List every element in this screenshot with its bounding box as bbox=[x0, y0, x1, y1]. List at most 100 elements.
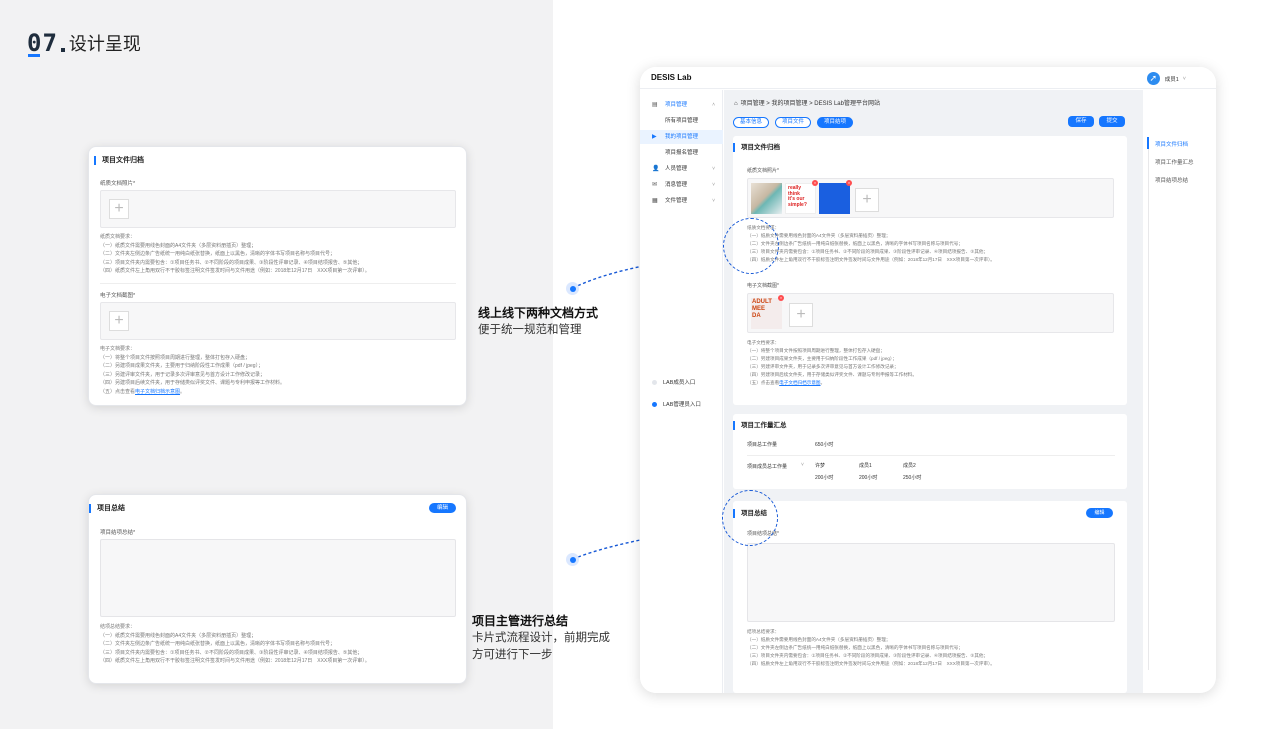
entry-label: LAB成员入口 bbox=[663, 380, 696, 386]
archive-panel: 项目文件归档 纸质文档照片* really think it's our sim… bbox=[733, 136, 1127, 405]
mail-icon: ✉ bbox=[652, 182, 658, 188]
chevron-up-icon: ˄ bbox=[712, 102, 715, 108]
chevron-down-icon[interactable]: ˅ bbox=[1183, 76, 1186, 82]
req-line: （四）另建项目后续文件夹，用于存储类似评奖文件、课题与专利申报等工作材料。 bbox=[747, 372, 917, 377]
req-title: 纸质文档要求： bbox=[747, 225, 780, 230]
home-icon[interactable]: ⌂ bbox=[734, 101, 738, 107]
req-line: （三）项目文件夹内需要包含：①项目任务书、②不同阶段的项目成果、③阶段性评审记录… bbox=[747, 249, 989, 254]
breadcrumb: ⌂ 项目管理 > 我的项目管理 > DESIS Lab管理平台网站 bbox=[734, 98, 880, 107]
close-icon[interactable]: × bbox=[778, 295, 784, 301]
nav-label: 项目报名管理 bbox=[665, 150, 699, 156]
archive-diagram-link[interactable]: 电子文档归档示意图 bbox=[779, 380, 820, 385]
nav-label: 我的项目管理 bbox=[665, 134, 699, 140]
photo-thumbnail[interactable] bbox=[751, 183, 782, 214]
req-line: （三）另建评审文件夹，用于记录多次评审意见与首方设计工作修改记录； bbox=[747, 364, 899, 369]
breadcrumb-text[interactable]: 项目管理 > 我的项目管理 > DESIS Lab管理平台网站 bbox=[741, 101, 880, 107]
logo: DESIS Lab bbox=[651, 73, 692, 82]
add-icon[interactable]: + bbox=[789, 303, 813, 327]
tab-project-closure[interactable]: 项目结项 bbox=[817, 117, 853, 128]
close-icon[interactable]: × bbox=[846, 180, 852, 186]
radio-icon bbox=[652, 380, 657, 386]
req-text: 。 bbox=[820, 380, 826, 385]
panel-title: 项目文件归档 bbox=[733, 143, 780, 152]
req-line: （四）纸质文件左上角用双行不干胶标签注明文件签发时间与文件用途（例如：2018年… bbox=[747, 257, 995, 262]
nav-label: 文件管理 bbox=[665, 198, 688, 204]
save-button[interactable]: 保存 bbox=[1068, 116, 1094, 127]
chevron-down-icon: ˅ bbox=[712, 182, 715, 188]
nav-label: 消息管理 bbox=[665, 182, 688, 188]
anchor-summary[interactable]: 项目结项总结 bbox=[1155, 176, 1188, 184]
req-line: （一）将整个项目文件按照项目周期进行整理，整体打包存入硬盘； bbox=[747, 348, 885, 353]
req-line: （三）项目文件夹内需要包含：①项目任务书、②不同阶段的项目成果、③阶段性评审记录… bbox=[747, 653, 989, 658]
req-line: （四）纸质文件左上角用双行不干胶标签注明文件签发时间与文件用途（例如：2018年… bbox=[747, 661, 995, 666]
radio-icon bbox=[652, 402, 657, 408]
paper-upload-area[interactable]: really think it's our simple? × × + bbox=[747, 178, 1114, 218]
chevron-down-icon: ˅ bbox=[712, 198, 715, 204]
lab-admin-entry[interactable]: LAB管理员入口 bbox=[652, 400, 701, 408]
workload-panel: 项目工作量汇总 项目总工作量 650小时 项目成员总工作量 ˅ 许梦 200小时… bbox=[733, 414, 1127, 489]
close-icon[interactable]: × bbox=[812, 180, 818, 186]
anchor-nav: 项目文件归档 项目工作量汇总 项目结项总结 bbox=[1143, 90, 1216, 693]
summary-requirements: 结项总结要求： （一）纸质文件需要用线色封面的A4文件夹（多层资料册插页）整理；… bbox=[747, 628, 995, 668]
divider bbox=[747, 455, 1115, 456]
screenshot-thumbnail[interactable]: ADULT MEE DA bbox=[751, 298, 782, 329]
total-workload-label: 项目总工作量 bbox=[747, 442, 778, 448]
nav-label: 人员管理 bbox=[665, 166, 688, 172]
req-text: （五）点击查看 bbox=[747, 380, 780, 385]
nav-label: 所有项目管理 bbox=[665, 118, 699, 124]
user-menu[interactable]: ➚ 成员1 ˅ bbox=[1146, 72, 1186, 85]
photo-thumbnail[interactable] bbox=[819, 183, 850, 214]
photo-thumbnail[interactable]: really think it's our simple? bbox=[785, 183, 816, 214]
req-line: （一）纸质文件需要用线色封面的A4文件夹（多层资料册插页）整理； bbox=[747, 233, 891, 238]
member-workload-label: 项目成员总工作量 bbox=[747, 464, 788, 470]
person-icon: 👤 bbox=[652, 166, 660, 172]
nav-my-projects[interactable]: ▶ 我的项目管理 bbox=[640, 130, 723, 144]
nav-project-signup[interactable]: 项目报名管理 bbox=[640, 146, 723, 160]
tab-project-files[interactable]: 项目文件 bbox=[775, 117, 811, 128]
edit-button[interactable]: 编辑 bbox=[1086, 508, 1113, 518]
avatar-icon[interactable]: ➚ bbox=[1146, 72, 1160, 85]
chevron-down-icon: ˅ bbox=[712, 166, 715, 172]
submit-button[interactable]: 提交 bbox=[1099, 116, 1125, 127]
member-name: 成员2 bbox=[903, 463, 916, 469]
nav-project-management[interactable]: ▤ 项目管理 ˄ bbox=[640, 98, 723, 112]
req-line: （五）点击查看电子文档归档示意图。 bbox=[747, 379, 917, 387]
nav-files[interactable]: ▦ 文件管理 ˅ bbox=[640, 194, 723, 208]
req-line: （一）纸质文件需要用线色封面的A4文件夹（多层资料册插页）整理； bbox=[747, 637, 891, 642]
tab-basic-info[interactable]: 基本信息 bbox=[733, 117, 769, 128]
electronic-upload-area[interactable]: ADULT MEE DA × + bbox=[747, 293, 1114, 333]
member-hours: 250小时 bbox=[903, 475, 922, 481]
req-title: 电子文档要求： bbox=[747, 340, 780, 345]
folder-icon: ▦ bbox=[652, 198, 658, 204]
highlight-circle bbox=[723, 218, 779, 274]
member-name: 许梦 bbox=[815, 463, 826, 469]
nav-label: 项目管理 bbox=[665, 102, 688, 108]
member-hours: 200小时 bbox=[815, 475, 834, 481]
nav-people[interactable]: 👤 人员管理 ˅ bbox=[640, 162, 723, 176]
main-area: ⌂ 项目管理 > 我的项目管理 > DESIS Lab管理平台网站 基本信息 项目… bbox=[724, 90, 1216, 693]
req-line: （二）另建项目成果文件夹，主要用于归纳阶段性工作成果（pdf / jpeg）； bbox=[747, 356, 897, 361]
total-workload-value: 650小时 bbox=[815, 442, 834, 448]
summary-textarea[interactable] bbox=[747, 543, 1115, 622]
paper-requirements: 纸质文档要求： （一）纸质文件需要用线色封面的A4文件夹（多层资料册插页）整理；… bbox=[747, 224, 995, 264]
panel-title: 项目工作量汇总 bbox=[733, 421, 787, 430]
chevron-down-icon[interactable]: ˅ bbox=[801, 462, 804, 468]
member-hours: 200小时 bbox=[859, 475, 878, 481]
nav-messages[interactable]: ✉ 消息管理 ˅ bbox=[640, 178, 723, 192]
electronic-requirements: 电子文档要求： （一）将整个项目文件按照项目周期进行整理，整体打包存入硬盘； （… bbox=[747, 339, 917, 387]
anchor-workload[interactable]: 项目工作量汇总 bbox=[1155, 158, 1194, 166]
highlight-circle bbox=[722, 490, 778, 546]
req-title: 结项总结要求： bbox=[747, 629, 780, 634]
electronic-screenshot-label: 电子文档截图* bbox=[747, 283, 779, 289]
list-icon: ▤ bbox=[652, 102, 658, 108]
user-name: 成员1 bbox=[1164, 76, 1179, 83]
nav-all-projects[interactable]: 所有项目管理 bbox=[640, 114, 723, 128]
add-icon[interactable]: + bbox=[855, 188, 879, 212]
anchor-archive[interactable]: 项目文件归档 bbox=[1155, 140, 1188, 148]
anchor-line bbox=[1148, 140, 1149, 670]
member-name: 成员1 bbox=[859, 463, 872, 469]
top-bar: DESIS Lab ➚ 成员1 ˅ bbox=[640, 67, 1216, 89]
lab-member-entry[interactable]: LAB成员入口 bbox=[652, 378, 695, 386]
entry-label: LAB管理员入口 bbox=[663, 402, 701, 408]
anchor-marker bbox=[1147, 137, 1149, 149]
